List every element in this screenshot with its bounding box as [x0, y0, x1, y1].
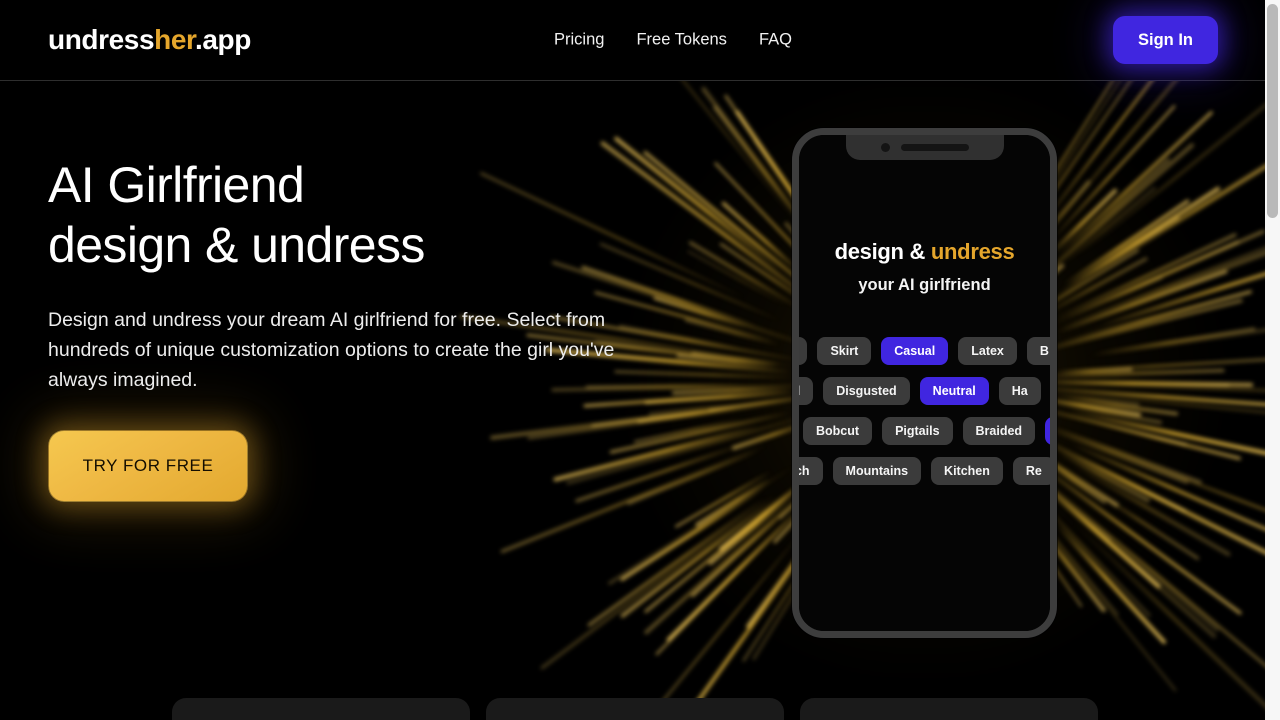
phone-mockup: design & undress your AI girlfriend ie Sk…	[792, 128, 1057, 638]
logo-suffix: .app	[194, 24, 251, 55]
speaker-icon	[900, 144, 969, 151]
phone-screen-title: design & undress	[799, 239, 1050, 265]
feature-card-2[interactable]	[486, 698, 784, 720]
option-chip[interactable]: Re	[1012, 457, 1050, 485]
option-chip[interactable]: Pigtails	[882, 417, 953, 445]
site-logo[interactable]: undressher.app	[48, 24, 251, 56]
option-chip[interactable]: Kitchen	[931, 457, 1003, 485]
page-scrollbar[interactable]	[1265, 0, 1280, 720]
option-chip[interactable]: Neutral	[919, 377, 989, 405]
chip-row: Bobcut Pigtails Braided S	[803, 417, 1050, 445]
try-for-free-button[interactable]: TRY FOR FREE	[48, 430, 248, 502]
phone-screen: design & undress your AI girlfriend ie Sk…	[799, 135, 1050, 631]
site-header: undressher.app Pricing Free Tokens FAQ Sig…	[0, 0, 1265, 81]
chip-row: ach Mountains Kitchen Re	[799, 457, 1050, 485]
option-chip[interactable]: Mountains	[832, 457, 922, 485]
feature-card-3[interactable]	[800, 698, 1098, 720]
option-chip[interactable]: Casual	[881, 337, 949, 365]
scrollbar-thumb[interactable]	[1267, 4, 1278, 218]
chip-row: ited Disgusted Neutral Ha	[799, 377, 1050, 405]
option-chip[interactable]: B	[1026, 337, 1050, 365]
option-chip[interactable]: Braided	[962, 417, 1036, 445]
option-chip-grid: ie Skirt Casual Latex Bited Disgusted Neutral H…	[799, 337, 1050, 497]
phone-title-accent: undress	[930, 239, 1015, 264]
chip-row: ie Skirt Casual Latex B	[799, 337, 1050, 365]
phone-notch	[845, 135, 1004, 160]
logo-prefix: undress	[48, 24, 155, 55]
option-chip[interactable]: Latex	[958, 337, 1017, 365]
hero-section: AI Girlfriend design & undress Design an…	[48, 155, 668, 502]
nav-faq[interactable]: FAQ	[759, 31, 792, 50]
option-chip[interactable]: Bobcut	[803, 417, 873, 445]
nav-free-tokens[interactable]: Free Tokens	[636, 31, 727, 50]
hero-heading-line1: AI Girlfriend	[48, 157, 305, 213]
option-chip[interactable]: ach	[799, 457, 823, 485]
landing-page: undressher.app Pricing Free Tokens FAQ Sig…	[0, 0, 1280, 720]
option-chip[interactable]: Ha	[998, 377, 1041, 405]
option-chip[interactable]: S	[1045, 417, 1050, 445]
hero-heading-line2: design & undress	[48, 217, 425, 273]
nav-pricing[interactable]: Pricing	[554, 31, 604, 50]
option-chip[interactable]: Disgusted	[823, 377, 910, 405]
phone-screen-subtitle: your AI girlfriend	[858, 276, 991, 294]
hero-description: Design and undress your dream AI girlfri…	[48, 309, 615, 391]
phone-title-white: design &	[834, 239, 931, 264]
feature-cards-row	[172, 698, 1098, 720]
option-chip[interactable]: Skirt	[817, 337, 872, 365]
option-chip[interactable]: ie	[799, 337, 808, 365]
main-navigation: Pricing Free Tokens FAQ	[554, 31, 792, 50]
feature-card-1[interactable]	[172, 698, 470, 720]
camera-icon	[880, 143, 890, 152]
page-title: AI Girlfriend design & undress	[48, 155, 668, 275]
option-chip[interactable]: ited	[799, 377, 814, 405]
logo-accent: her	[154, 24, 195, 55]
sign-in-button[interactable]: Sign In	[1113, 16, 1218, 64]
